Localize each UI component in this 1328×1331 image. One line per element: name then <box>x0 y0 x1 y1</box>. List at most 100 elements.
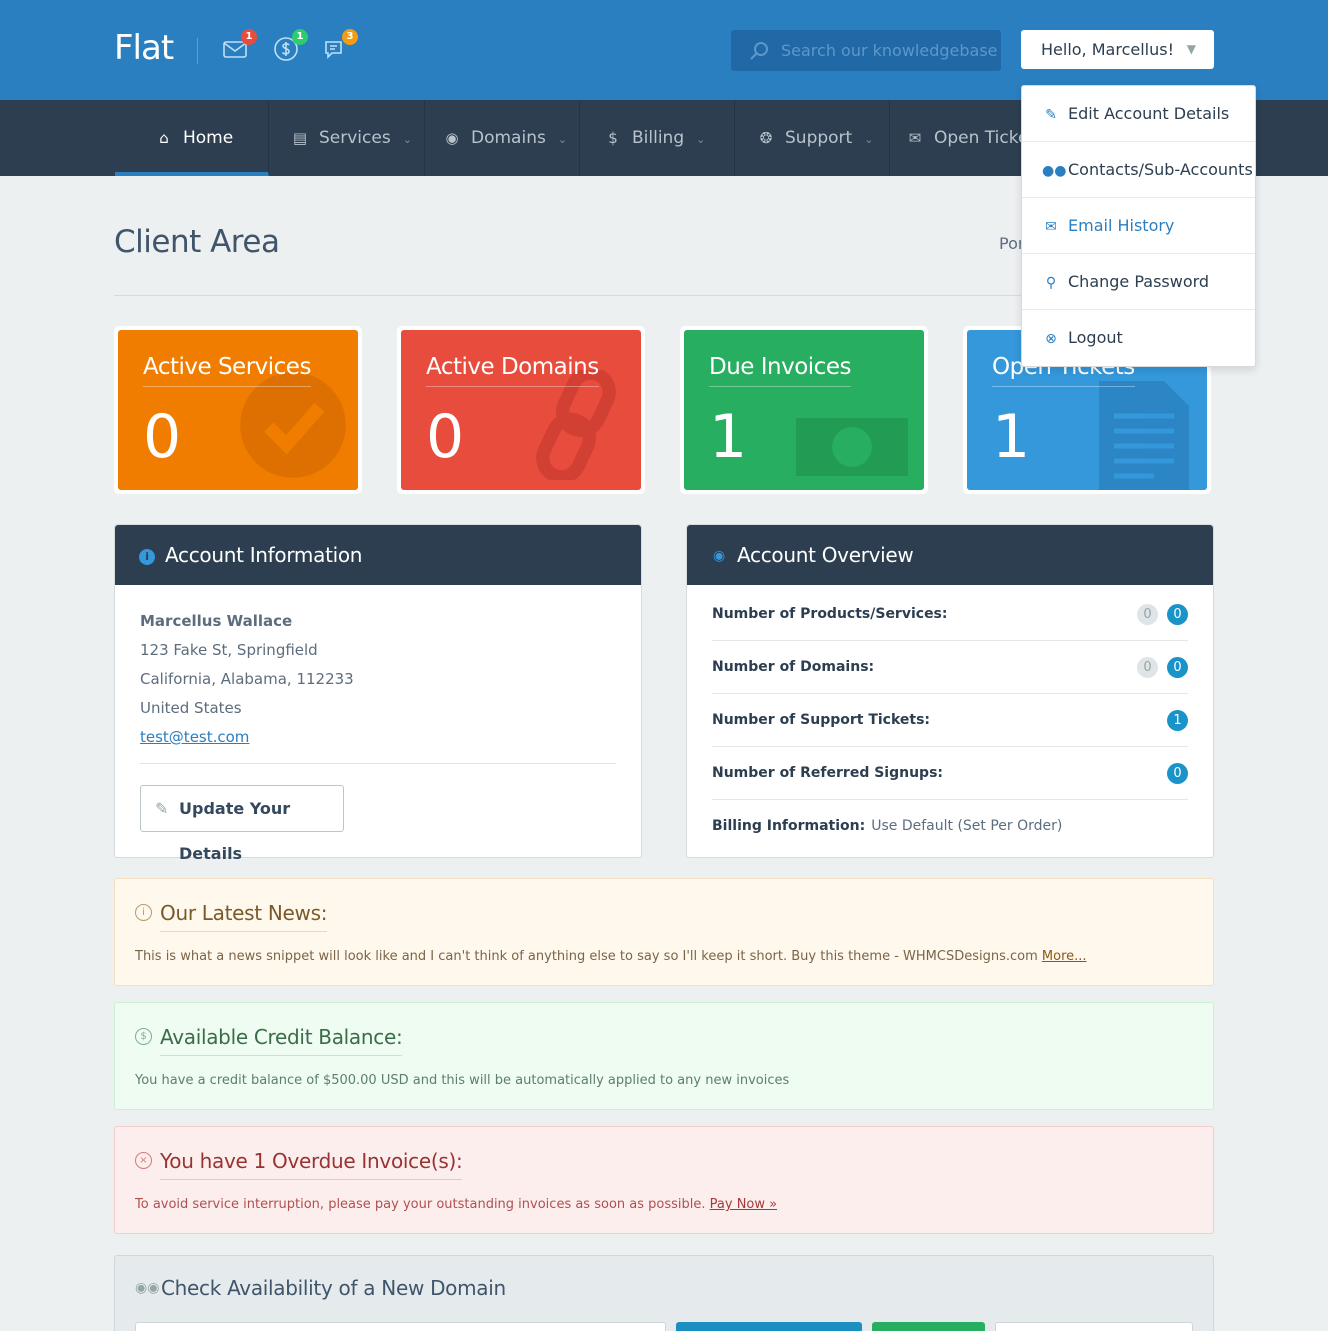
count-badge[interactable]: 1 <box>1167 710 1188 731</box>
menu-item-edit-account[interactable]: ✎ Edit Account Details <box>1022 86 1255 142</box>
alert-text: This is what a news snippet will look li… <box>135 949 1087 964</box>
notification-badge: 3 <box>342 29 358 45</box>
search-icon <box>750 42 768 60</box>
chat-icon[interactable]: 3 <box>323 29 358 66</box>
domain-extension-select[interactable] <box>995 1322 1193 1331</box>
count-badge: 0 <box>1137 604 1158 625</box>
user-greeting: Hello, Marcellus! <box>1041 40 1174 59</box>
count-badge[interactable]: 0 <box>1167 763 1188 784</box>
chevron-down-icon: ⌄ <box>402 133 412 146</box>
overdue-invoice-alert: × You have 1 Overdue Invoice(s): To avoi… <box>114 1126 1214 1234</box>
chevron-down-icon: ⌄ <box>557 133 568 146</box>
envelope-icon: ✉ <box>908 129 922 147</box>
address-line: California, Alabama, 112233 <box>140 670 354 688</box>
home-icon: ⌂ <box>159 129 169 147</box>
nav-label: Support <box>785 128 853 148</box>
chevron-down-icon: ⌄ <box>696 133 706 146</box>
overview-row-products: Number of Products/Services: 0 0 <box>712 588 1188 641</box>
country: United States <box>140 699 242 717</box>
logo-divider <box>197 38 198 64</box>
nav-label: Domains <box>471 128 546 148</box>
binoculars-icon: ◉ <box>445 129 459 147</box>
count-badge[interactable]: 0 <box>1167 657 1188 678</box>
nav-item-support[interactable]: ❂ Support ⌄ <box>735 100 890 176</box>
close-circle-icon: ⊗ <box>1045 331 1057 347</box>
menu-item-change-password[interactable]: ⚲ Change Password <box>1022 254 1255 310</box>
email-link[interactable]: test@test.com <box>140 723 354 752</box>
pencil-icon: ✎ <box>155 799 169 818</box>
tile-value: 0 <box>143 402 182 472</box>
user-dropdown-menu: ✎ Edit Account Details ●●Contacts/Sub-Acc… <box>1021 85 1256 367</box>
envelope-icon: ✉ <box>1045 219 1057 235</box>
nav-item-home[interactable]: ⌂ Home <box>115 100 269 176</box>
chevron-down-icon: ▼ <box>1186 42 1196 56</box>
menu-item-contacts[interactable]: ●●Contacts/Sub-Accounts <box>1022 142 1255 198</box>
address-line: 123 Fake St, Springfield <box>140 641 318 659</box>
credit-balance-alert: $ Available Credit Balance: You have a c… <box>114 1002 1214 1110</box>
nav-label: Services <box>319 128 391 148</box>
count-badge: 0 <box>1137 657 1158 678</box>
count-badge[interactable]: 0 <box>1167 604 1188 625</box>
eye-icon: ◉ <box>713 548 725 564</box>
notification-badge: 1 <box>241 29 257 45</box>
binoculars-icon: ◉◉ <box>135 1280 160 1296</box>
pencil-icon: ✎ <box>1045 107 1057 123</box>
nav-item-billing[interactable]: $ Billing ⌄ <box>580 100 735 176</box>
nav-item-services[interactable]: ▤ Services ⌄ <box>269 100 425 176</box>
search-input[interactable]: Search our knowledgebase <box>731 30 1001 71</box>
services-icon: ▤ <box>292 129 308 147</box>
nav-item-open-tickets[interactable]: ✉ Open Ticke <box>890 100 1021 176</box>
tile-value: 1 <box>709 402 748 472</box>
dollar-circle-icon: $ <box>135 1028 152 1045</box>
overview-row-referrals: Number of Referred Signups: 0 <box>712 747 1188 800</box>
more-link[interactable]: More... <box>1042 949 1087 964</box>
overview-row-billing: Billing Information: Use Default (Set Per… <box>712 818 1063 834</box>
key-icon: ⚲ <box>1045 275 1057 291</box>
alert-title: Available Credit Balance: <box>160 1025 403 1056</box>
tile-value: 0 <box>426 402 465 472</box>
dollar-icon[interactable]: 1 <box>273 29 308 66</box>
menu-item-logout[interactable]: ⊗ Logout <box>1022 310 1255 366</box>
nav-label: Open Ticke <box>934 128 1021 148</box>
panel-title: Check Availability of a New Domain <box>161 1276 506 1300</box>
domain-check-panel: ◉◉ Check Availability of a New Domain <box>114 1255 1214 1331</box>
panel-heading: i Account Information <box>115 525 641 585</box>
domain-search-input[interactable] <box>135 1322 666 1331</box>
account-information-panel: i Account Information Marcellus Wallace 1… <box>114 524 642 863</box>
alert-text: You have a credit balance of $500.00 USD… <box>135 1073 790 1088</box>
tile-title: Active Services <box>143 354 311 387</box>
tile-title: Active Domains <box>426 354 599 387</box>
tile-value: 1 <box>992 402 1031 472</box>
nav-label: Billing <box>632 128 685 148</box>
account-overview-panel: ◉ Account Overview Number of Products/Ser… <box>686 524 1214 858</box>
notification-badge: 1 <box>292 29 308 45</box>
overview-row-domains: Number of Domains: 0 0 <box>712 641 1188 694</box>
envelope-icon[interactable]: 1 <box>222 29 257 66</box>
dollar-icon: $ <box>608 129 618 147</box>
tile-active-services[interactable]: Active Services 0 <box>114 326 362 494</box>
account-name: Marcellus Wallace <box>140 612 293 630</box>
lifebuoy-icon: ❂ <box>759 129 773 147</box>
alert-title: You have 1 Overdue Invoice(s): <box>160 1149 463 1180</box>
logo[interactable]: Flat <box>114 28 174 68</box>
document-icon <box>1099 381 1189 490</box>
close-circle-icon: × <box>135 1152 152 1169</box>
menu-item-email-history[interactable]: ✉ Email History <box>1022 198 1255 254</box>
tile-due-invoices[interactable]: Due Invoices 1 <box>680 326 928 494</box>
info-icon: i <box>139 549 155 565</box>
user-menu-button[interactable]: Hello, Marcellus! ▼ <box>1021 30 1214 69</box>
divider <box>140 763 616 764</box>
overview-row-tickets: Number of Support Tickets: 1 <box>712 694 1188 747</box>
alert-text: To avoid service interruption, please pa… <box>135 1197 778 1212</box>
search-placeholder: Search our knowledgebase <box>781 41 998 60</box>
panel-heading: ◉ Account Overview <box>687 525 1213 585</box>
update-details-button[interactable]: ✎ Update Your Details <box>140 785 344 863</box>
tile-active-domains[interactable]: Active Domains 0 <box>397 326 645 494</box>
chevron-down-icon: ⌄ <box>864 133 874 146</box>
pay-now-link[interactable]: Pay Now » <box>710 1197 777 1212</box>
nav-item-domains[interactable]: ◉ Domains ⌄ <box>425 100 580 176</box>
nav-label: Home <box>183 128 234 148</box>
transfer-domain-button[interactable] <box>872 1322 985 1331</box>
billing-value: Use Default (Set Per Order) <box>871 818 1063 834</box>
search-domain-button[interactable] <box>676 1322 862 1331</box>
